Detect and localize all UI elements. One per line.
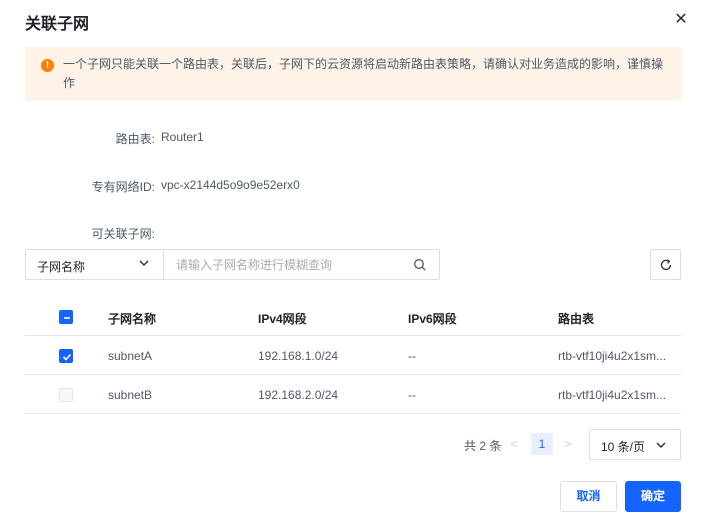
- filter-field-value: 子网名称: [37, 260, 86, 274]
- close-icon[interactable]: ✕: [671, 10, 691, 30]
- dialog-title: 关联子网: [25, 16, 90, 33]
- cancel-button[interactable]: 取消: [560, 481, 617, 512]
- page-size-value: 10 条/页: [601, 440, 646, 454]
- pagination-prev-button[interactable]: <: [507, 435, 521, 453]
- cell-route-table: rtb-vtf10ji4u2x1sm...: [558, 349, 667, 363]
- warning-icon: !: [41, 59, 54, 72]
- cell-ipv4: 192.168.2.0/24: [258, 388, 339, 402]
- cell-ipv6: --: [408, 388, 416, 402]
- select-all-checkbox[interactable]: [59, 310, 73, 324]
- cell-ipv6: --: [408, 349, 416, 363]
- pagination-page-1[interactable]: 1: [531, 433, 553, 455]
- notice-text: 一个子网只能关联一个路由表，关联后，子网下的云资源将启动新路由表策略，请确认对业…: [63, 57, 664, 90]
- pagination-total: 共 2 条: [464, 439, 502, 453]
- filter-field-select[interactable]: 子网名称: [25, 249, 163, 280]
- table-row[interactable]: subnetA 192.168.1.0/24 -- rtb-vtf10ji4u2…: [25, 336, 681, 375]
- header-route-table: 路由表: [558, 312, 595, 326]
- row-checkbox: [59, 388, 73, 402]
- cell-ipv4: 192.168.1.0/24: [258, 349, 339, 363]
- table-header: 子网名称 IPv4网段 IPv6网段 路由表: [25, 297, 681, 336]
- vpc-id-value: vpc-x2144d5o9o9e52erx0: [161, 178, 300, 192]
- subnet-table: 子网名称 IPv4网段 IPv6网段 路由表 subnetA 192.168.1…: [25, 297, 681, 414]
- search-icon[interactable]: [413, 258, 427, 272]
- route-table-label: 路由表:: [115, 132, 155, 146]
- search-box: [163, 249, 440, 280]
- check-icon: [62, 353, 72, 361]
- route-table-value: Router1: [161, 130, 204, 144]
- pagination-next-button[interactable]: >: [561, 435, 575, 453]
- search-input[interactable]: [164, 250, 404, 279]
- warning-notice: ! 一个子网只能关联一个路由表，关联后，子网下的云资源将启动新路由表策略，请确认…: [25, 47, 681, 101]
- header-ipv6: IPv6网段: [408, 312, 457, 326]
- chevron-down-icon: [656, 442, 666, 448]
- row-checkbox[interactable]: [59, 349, 73, 363]
- subnets-label: 可关联子网:: [91, 227, 155, 241]
- header-name: 子网名称: [108, 312, 157, 326]
- refresh-icon: [660, 259, 672, 271]
- table-row: subnetB 192.168.2.0/24 -- rtb-vtf10ji4u2…: [25, 375, 681, 414]
- vpc-id-label: 专有网络ID:: [91, 180, 155, 194]
- confirm-button[interactable]: 确定: [625, 481, 681, 512]
- refresh-button[interactable]: [650, 249, 681, 280]
- cell-name: subnetA: [108, 349, 153, 363]
- cell-name: subnetB: [108, 388, 153, 402]
- chevron-down-icon: [139, 260, 149, 266]
- minus-icon: [64, 317, 70, 319]
- page-size-select[interactable]: 10 条/页: [589, 429, 681, 460]
- header-ipv4: IPv4网段: [258, 312, 307, 326]
- cell-route-table: rtb-vtf10ji4u2x1sm...: [558, 388, 667, 402]
